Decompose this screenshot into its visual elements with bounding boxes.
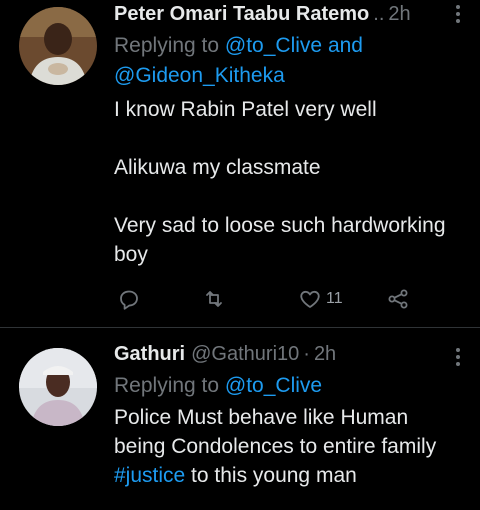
- tweet-line-1: I know Rabin Patel very well: [114, 98, 377, 121]
- tweet-text: I know Rabin Patel very well Alikuwa my …: [114, 95, 468, 269]
- tweet-line-2: being Condolences to entire family: [114, 435, 437, 458]
- reply-button[interactable]: [117, 284, 141, 314]
- tweet-line-2: Alikuwa my classmate: [114, 156, 321, 179]
- mention-gideon-kitheka[interactable]: @Gideon_Kitheka: [114, 64, 285, 87]
- avatar-gathuri[interactable]: [19, 348, 97, 426]
- tweet-time[interactable]: 2h: [314, 340, 336, 368]
- tweet-line-3: Very sad to loose such hardworking: [114, 214, 446, 237]
- separator-dot: ·: [303, 343, 310, 365]
- retweet-icon: [206, 291, 222, 307]
- like-icon: [300, 290, 320, 308]
- like-count: 11: [326, 290, 343, 307]
- share-icon: [388, 289, 408, 309]
- hashtag-justice[interactable]: #justice: [114, 464, 185, 487]
- more-icon[interactable]: [448, 2, 468, 28]
- tweet-1[interactable]: Peter Omari Taabu Ratemo .. 2h Replying …: [0, 0, 480, 327]
- author-name[interactable]: Peter Omari Taabu Ratemo: [114, 0, 369, 28]
- mention-to-clive[interactable]: @to_Clive: [225, 374, 322, 397]
- mention-to-clive[interactable]: @to_Clive: [225, 34, 322, 57]
- share-button[interactable]: [386, 284, 410, 314]
- tweet-line-4: boy: [114, 243, 148, 266]
- tweet-text: Police Must behave like Human being Cond…: [114, 403, 468, 490]
- tweet-2[interactable]: Gathuri @Gathuri10 · 2h Replying to @to_…: [0, 328, 480, 510]
- author-handle: @Gathuri10: [191, 343, 300, 365]
- tweet-line-3-text: to this young man: [185, 464, 357, 487]
- replying-to-label: Replying to: [114, 34, 220, 57]
- author-name[interactable]: Gathuri: [114, 340, 185, 368]
- avatar-image: [19, 7, 97, 85]
- tweet-time[interactable]: 2h: [388, 0, 410, 28]
- tweet-line-3: #justice to this young man: [114, 461, 468, 490]
- mention-and: and: [327, 34, 363, 57]
- tweet-actions: 11: [114, 284, 414, 314]
- like-button[interactable]: 11: [298, 284, 343, 314]
- replying-to: Replying to @to_Clive: [114, 371, 468, 401]
- handle-truncated: ..: [373, 3, 385, 25]
- avatar-peter[interactable]: [19, 7, 97, 85]
- replying-to-label: Replying to: [114, 374, 220, 397]
- reply-icon: [120, 290, 138, 310]
- replying-to: Replying to @to_Clive and @Gideon_Kithek…: [114, 31, 468, 91]
- more-icon[interactable]: [448, 345, 468, 371]
- retweet-button[interactable]: [202, 284, 226, 314]
- avatar-image: [19, 348, 97, 426]
- tweet-line-1: Police Must behave like Human: [114, 406, 409, 429]
